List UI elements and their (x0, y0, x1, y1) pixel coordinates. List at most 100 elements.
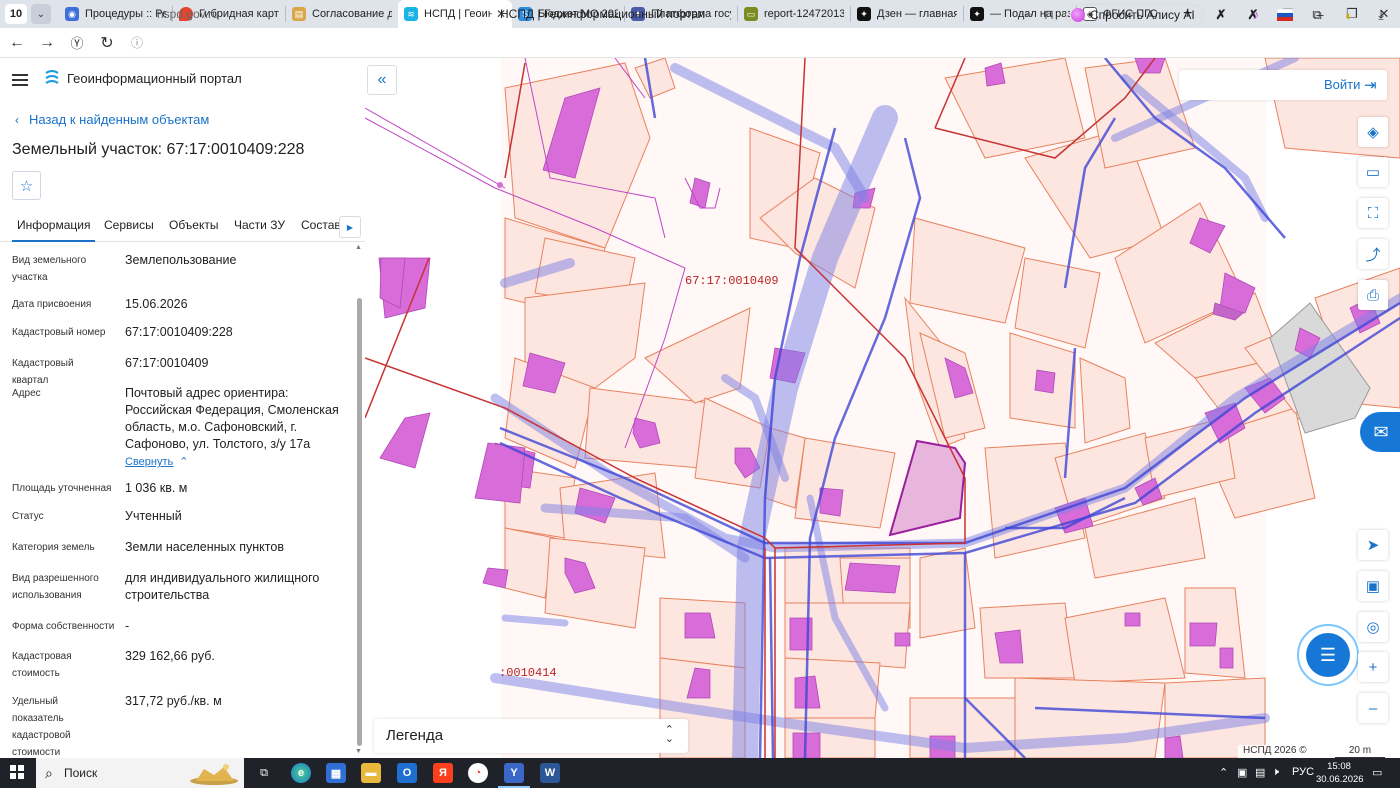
minimap-icon: ▣ (1365, 578, 1381, 595)
chat-icon: ☰ (1306, 633, 1350, 677)
forward-arrow-icon[interactable]: → (32, 28, 62, 58)
expand-toggle-icon: ⌃ ⌄ (664, 724, 674, 745)
favorite-button[interactable]: ☆ (12, 171, 41, 200)
ask-alice-button[interactable]: Спросить Алису AI (1066, 4, 1204, 26)
navigation-arrow-icon: ➤ (1366, 537, 1380, 554)
scroll-up-arrow-icon[interactable]: ▲ (355, 244, 362, 251)
back-to-results-link[interactable]: ‹ Назад к найденным объектам (15, 112, 209, 127)
share-icon: ⤴ (1365, 246, 1381, 264)
location-pin-icon: ◎ (1366, 619, 1380, 636)
dzen-favicon-icon: ✦ (857, 7, 871, 21)
ruler-button[interactable]: ▭ (1358, 157, 1388, 187)
chat-button[interactable]: ☰ (1297, 624, 1359, 686)
tab-objects[interactable]: Объекты (169, 218, 219, 232)
clock[interactable]: 15:08 30.06.2026 (1316, 760, 1364, 786)
tray-app-icon[interactable]: ▣ (1237, 766, 1247, 779)
yandex-browser-icon[interactable]: ◔ (468, 763, 488, 783)
language-indicator[interactable]: РУС (1292, 766, 1314, 778)
tray-chevron-icon[interactable]: ⌃ (1219, 766, 1228, 779)
browser-tab[interactable]: ◉ Процедуры :: Реа (59, 0, 172, 28)
yandex-icon[interactable]: Я (433, 763, 453, 783)
collapse-panel-button[interactable]: « (367, 65, 397, 95)
notifications-icon[interactable]: ▭ (1372, 766, 1382, 779)
legend-panel[interactable]: Легенда ⌃ ⌄ (374, 719, 688, 753)
login-button[interactable]: Войти ⇥ (1179, 70, 1387, 100)
plus-icon: + (1368, 658, 1378, 676)
more-dots-icon[interactable]: ⋯ (1018, 6, 1036, 24)
yandex-browser-active-icon[interactable]: Y (498, 763, 530, 788)
tab-favicon-icon: ▭ (744, 7, 758, 21)
portal-name: Геоинформационный портал (67, 71, 242, 86)
quarter-label: :0010414 (499, 666, 557, 680)
extension-icon[interactable]: ✗ (1244, 6, 1262, 24)
tab-favicon-icon: ◉ (65, 7, 79, 21)
back-arrow-icon[interactable]: ← (2, 28, 32, 58)
triangle-right-icon: ▶ (346, 222, 354, 232)
tab-services[interactable]: Сервисы (104, 218, 154, 232)
task-view-icon[interactable]: ⧉ (254, 763, 274, 783)
side-help-button[interactable]: ✉ (1360, 412, 1400, 452)
share-button[interactable]: ⤴ (1358, 239, 1388, 269)
alice-icon (1071, 8, 1085, 22)
info-panel: Геоинформационный портал ‹ Назад к найден… (0, 58, 365, 758)
panel-tabs: Информация Сервисы Объекты Части ЗУ Сост… (0, 208, 365, 242)
reload-icon[interactable]: ↻ (92, 28, 122, 58)
edge-browser-icon[interactable]: e (291, 763, 311, 783)
taskbar-search[interactable]: ⌕ Поиск (36, 758, 244, 788)
extension-icon[interactable]: ✗ (1212, 6, 1230, 24)
cadastral-map-layer: 67:17:0010409 :0010414 (365, 58, 1400, 758)
tab-information[interactable]: Информация (11, 218, 97, 242)
word-icon[interactable]: W (540, 763, 560, 783)
minus-icon: – (1368, 699, 1378, 717)
browser-tab[interactable]: ▤ Согласование док (286, 0, 398, 28)
login-arrow-icon: ⇥ (1364, 77, 1377, 94)
tab-count-badge[interactable]: 10 (5, 4, 27, 24)
tabs-next-button[interactable]: ▶ (339, 216, 361, 238)
ruler-icon: ▭ (1365, 164, 1381, 181)
tab-composition[interactable]: Состав (301, 218, 341, 232)
collections-icon[interactable]: ⧉ (1308, 6, 1326, 24)
windows-start-icon[interactable] (10, 765, 24, 779)
scale-bar: 20 m (1335, 745, 1385, 758)
speaker-muted-icon[interactable]: 🕨 (1272, 766, 1279, 779)
scroll-down-arrow-icon[interactable]: ▼ (355, 748, 362, 755)
tab-parts[interactable]: Части ЗУ (234, 218, 285, 232)
tab-list-chevron-icon[interactable]: ⌄ (31, 4, 51, 24)
site-info-icon[interactable]: ⓘ (122, 28, 152, 58)
minimap-button[interactable]: ▣ (1358, 571, 1388, 601)
layers-icon: ◈ (1367, 124, 1379, 141)
double-chevron-left-icon: « (377, 71, 387, 88)
chevron-left-icon: ‹ (15, 113, 19, 127)
browser-tab[interactable]: ▭ report-12472013-f (738, 0, 850, 28)
yandex-y-icon[interactable]: Ⓨ (62, 28, 92, 58)
layers-button[interactable]: ◈ (1358, 117, 1388, 147)
navigate-button[interactable]: ➤ (1358, 530, 1388, 560)
russia-flag-icon[interactable] (1276, 6, 1294, 24)
search-highlight-illustration (190, 764, 238, 785)
star-icon: ☆ (19, 177, 34, 195)
map-canvas[interactable]: 67:17:0010409 :0010414 (365, 58, 1400, 758)
nspd-favicon-icon: ≋ (404, 7, 418, 21)
file-explorer-icon[interactable]: ▬ (361, 763, 381, 783)
chat-bubble-icon: ✉ (1373, 421, 1389, 442)
extension-icon[interactable]: ◐ (1340, 6, 1358, 24)
download-icon[interactable]: ⤓ (1372, 6, 1390, 24)
print-button[interactable]: ⎙ (1358, 280, 1388, 310)
my-location-button[interactable]: ◎ (1358, 612, 1388, 642)
browser-tab-active[interactable]: ≋ НСПД | Геоинф ✕ (398, 0, 512, 28)
search-icon: ⌕ (45, 765, 53, 781)
browser-tab[interactable]: ✦ Дзен — главная н (851, 0, 963, 28)
collapse-address-link[interactable]: Свернуть ⌃ (125, 455, 188, 468)
menu-icon[interactable] (12, 71, 28, 89)
frame-search-icon: ⛶ (1367, 204, 1379, 222)
outlook-icon[interactable]: O (397, 763, 417, 783)
store-icon[interactable]: ▦ (326, 763, 346, 783)
zoom-out-button[interactable]: – (1358, 693, 1388, 723)
zoom-in-button[interactable]: + (1358, 652, 1388, 682)
dzen-favicon-icon: ✦ (970, 7, 984, 21)
area-select-button[interactable]: ⛶ (1358, 198, 1388, 228)
bookmark-icon[interactable]: ⊓ (1040, 6, 1058, 24)
url-text[interactable]: nspd.gov.ru (157, 7, 219, 21)
tray-app-icon[interactable]: ▤ (1255, 766, 1265, 779)
panel-scrollbar[interactable] (357, 298, 362, 746)
